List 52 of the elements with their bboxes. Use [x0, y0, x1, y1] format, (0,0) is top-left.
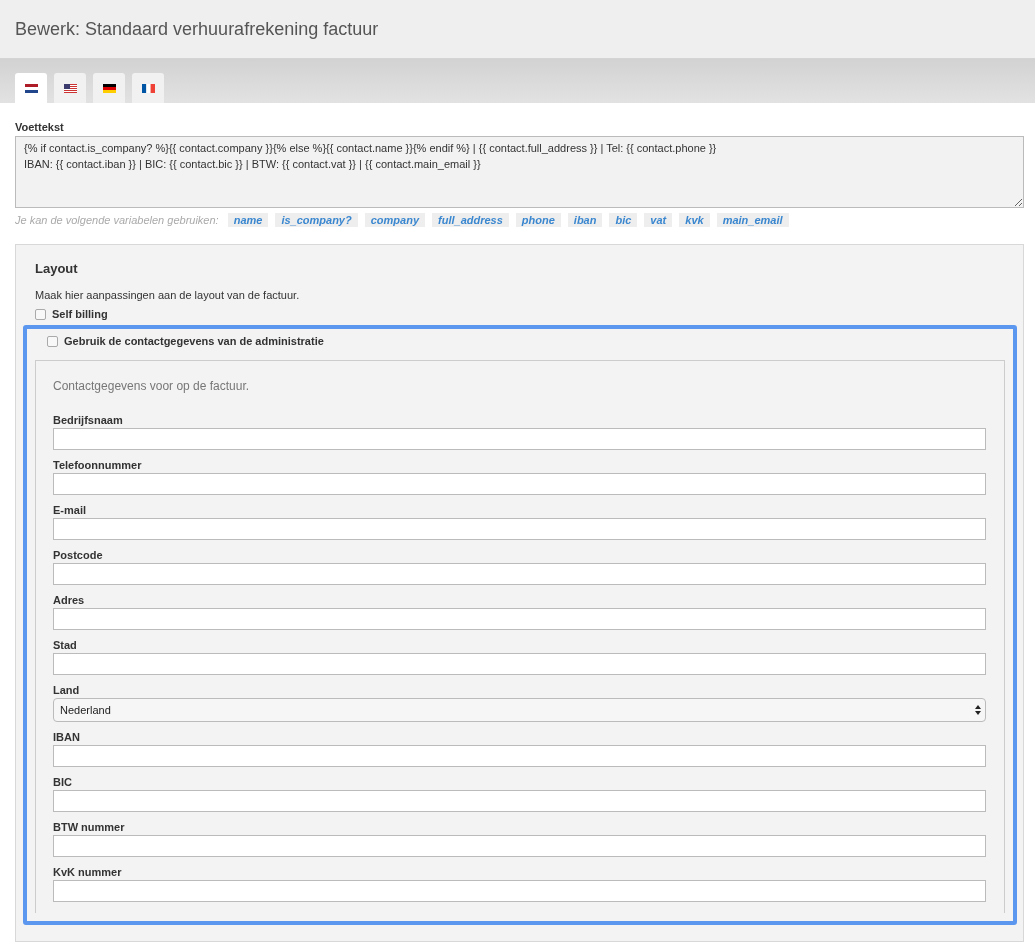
footer-textarea[interactable]: {% if contact.is_company? %}{{ contact.company }}{% else %}{{ contact.name }}{% endif %} | {{ contact.full_address }} | Tel: {{ contact.phone }} IBAN: {{ contact.iban }} | BIC: {{ contact.bic }} | BTW: {{ contact.vat }} | {{ contact.main_email }} — [15, 136, 1024, 208]
field-label: BTW nummer — [53, 821, 126, 833]
language-tab[interactable] — [54, 73, 86, 103]
input-field[interactable] — [53, 473, 986, 495]
checkbox[interactable] — [35, 308, 46, 320]
input-field[interactable] — [53, 428, 986, 450]
field-label: Stad — [53, 639, 78, 651]
striped-flag-icon — [102, 83, 116, 93]
variable-tag[interactable]: full_address — [432, 213, 509, 227]
input-field[interactable] — [53, 518, 986, 540]
input-field[interactable] — [53, 745, 986, 767]
field-label: Adres — [53, 594, 86, 606]
variable-tag[interactable]: kvk — [679, 213, 710, 227]
field-label: Land — [53, 684, 81, 696]
input-field[interactable] — [53, 563, 986, 585]
field-label: E-mail — [53, 504, 87, 516]
checkbox[interactable] — [47, 335, 58, 347]
striped-flag-icon — [24, 83, 38, 93]
variable-tag[interactable]: phone — [515, 213, 561, 227]
variable-tag[interactable]: iban — [567, 213, 603, 227]
updown-caret-icon — [975, 705, 981, 715]
striped-flag-icon — [141, 83, 155, 93]
input-field[interactable] — [53, 835, 986, 857]
input-field[interactable] — [53, 653, 986, 675]
variable-tag[interactable]: name — [227, 213, 269, 227]
page-title: Bewerk: Standaard verhuurafrekening factuur — [15, 18, 379, 40]
field-label: KvK nummer — [53, 866, 123, 878]
field-label: IBAN — [53, 731, 81, 743]
language-tab[interactable] — [15, 73, 47, 103]
contact-intro: Contactgegevens voor op de factuur. — [53, 379, 251, 393]
variable-tag[interactable]: company — [364, 213, 425, 227]
variable-tag[interactable]: is_company? — [275, 213, 358, 227]
checkbox-label: Gebruik de contactgegevens van de administratie — [64, 335, 324, 347]
section-description: Maak hier aanpassingen aan de layout van de factuur. — [35, 289, 301, 301]
section-heading: Layout — [35, 261, 79, 276]
field-label: Telefoonnummer — [53, 459, 143, 471]
input-field[interactable] — [53, 608, 986, 630]
checkbox-label: Self billing — [52, 308, 108, 320]
stars-stripes-flag-icon — [63, 83, 77, 93]
hint-text: Je kan de volgende variabelen gebruiken: — [15, 214, 219, 226]
input-field[interactable] — [53, 790, 986, 812]
field-label: Bedrijfsnaam — [53, 414, 124, 426]
language-tab[interactable] — [93, 73, 125, 103]
input-field[interactable] — [53, 880, 986, 902]
field-label: Postcode — [53, 549, 104, 561]
variable-tag[interactable]: main_email — [716, 213, 789, 227]
language-tab[interactable] — [132, 73, 164, 103]
variable-tag[interactable]: vat — [644, 213, 673, 227]
field-label: BIC — [53, 776, 73, 788]
variable-tag[interactable]: bic — [609, 213, 638, 227]
field-label: Voettekst — [15, 121, 65, 133]
country-select[interactable]: Nederland — [53, 698, 986, 722]
